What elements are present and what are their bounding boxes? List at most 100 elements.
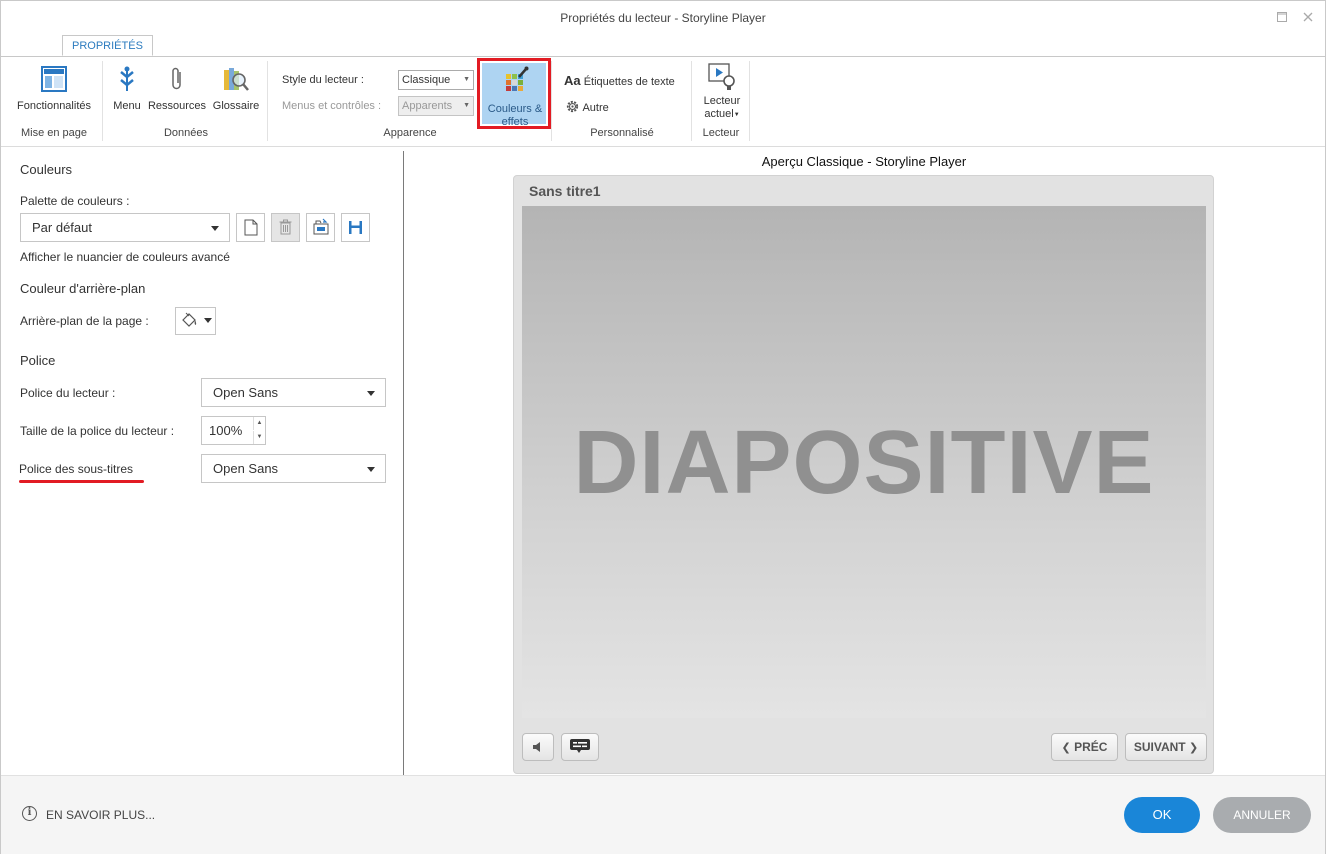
close-icon[interactable] <box>1300 10 1316 26</box>
dropdown-arrow-icon <box>367 467 375 472</box>
ribbon-divider <box>551 61 552 141</box>
menus-controls-label: Menus et contrôles : <box>282 100 382 112</box>
ribbon: Fonctionnalités Mise en page Menu Ressou… <box>1 56 1325 147</box>
advanced-palette-link[interactable]: Afficher le nuancier de couleurs avancé <box>20 250 230 264</box>
layout-icon <box>41 66 67 92</box>
stepper-up-icon[interactable]: ▲ <box>253 417 265 430</box>
palette-value: Par défaut <box>32 220 92 235</box>
current-player-button[interactable]: Lecteur actuel▼ <box>697 61 747 121</box>
gear-icon <box>566 100 579 113</box>
captions-button[interactable] <box>561 733 599 761</box>
info-icon[interactable]: i <box>22 806 37 821</box>
books-magnifier-icon <box>224 68 249 91</box>
player-style-select[interactable]: Classique ▼ <box>398 70 474 90</box>
features-label: Fonctionnalités <box>17 100 91 112</box>
colors-effects-label-2: effets <box>501 116 529 128</box>
subtitle-font-label: Police des sous-titres <box>19 462 134 476</box>
features-button[interactable]: Fonctionnalités <box>9 66 99 112</box>
colors-effects-button[interactable]: Couleurs & effets <box>477 58 551 129</box>
other-label: Autre <box>582 102 609 114</box>
menus-controls-select[interactable]: Apparents ▼ <box>398 96 474 116</box>
next-button[interactable]: SUIVANT ❯ <box>1125 733 1207 761</box>
resources-label: Ressources <box>147 100 207 112</box>
menu-button[interactable]: Menu <box>109 66 145 112</box>
import-palette-button[interactable] <box>306 213 335 242</box>
menus-controls-value: Apparents <box>402 100 453 112</box>
text-aa-icon: Aa <box>564 73 581 88</box>
volume-button[interactable] <box>522 733 554 761</box>
page-background-label: Arrière-plan de la page : <box>20 314 149 328</box>
ribbon-divider <box>691 61 692 141</box>
trash-icon <box>279 219 292 235</box>
text-labels-button[interactable]: Aa Étiquettes de texte <box>564 73 675 88</box>
player-font-value: Open Sans <box>213 385 279 400</box>
player-settings-icon <box>708 63 735 90</box>
current-player-label-2: actuel <box>704 108 734 120</box>
tab-properties[interactable]: PROPRIÉTÉS <box>62 35 153 56</box>
dropdown-arrow-icon <box>211 226 219 231</box>
player-course-title: Sans titre1 <box>529 183 601 199</box>
current-player-label-1: Lecteur <box>703 95 741 107</box>
stepper-down-icon[interactable]: ▼ <box>253 431 265 444</box>
dropdown-arrow-icon <box>367 391 375 396</box>
background-heading: Couleur d'arrière-plan <box>20 281 146 296</box>
glossary-button[interactable]: Glossaire <box>210 66 262 112</box>
glossary-label: Glossaire <box>212 100 260 112</box>
palette-select[interactable]: Par défaut <box>20 213 230 242</box>
panel-divider[interactable] <box>403 151 404 775</box>
ribbon-tab-bar: PROPRIÉTÉS <box>1 35 1325 57</box>
dropdown-arrow-icon: ▼ <box>733 112 740 118</box>
menu-label: Menu <box>113 100 141 112</box>
player-font-label: Police du lecteur : <box>20 386 116 400</box>
cancel-button[interactable]: ANNULER <box>1213 797 1311 833</box>
palette-label: Palette de couleurs : <box>20 194 130 208</box>
group-label-player: Lecteur <box>702 127 740 139</box>
chevron-left-icon: ❮ <box>1061 742 1071 754</box>
player-style-label: Style du lecteur : <box>282 74 364 86</box>
ribbon-divider <box>267 61 268 141</box>
player-preview: Sans titre1 DIAPOSITIVE ❮ PRÉC SUIVANT ❯ <box>513 175 1214 774</box>
slide-placeholder-text: DIAPOSITIVE <box>573 413 1155 513</box>
color-palette-dropper-icon <box>506 66 529 91</box>
properties-window: Propriétés du lecteur - Storyline Player… <box>0 0 1326 854</box>
colors-effects-selected-bg: Couleurs & effets <box>482 63 546 128</box>
other-button[interactable]: Autre <box>565 99 609 114</box>
player-style-value: Classique <box>402 74 451 86</box>
paperclip-icon <box>172 67 181 90</box>
dropdown-arrow-icon: ▼ <box>463 76 470 83</box>
red-underline-annotation <box>19 480 144 483</box>
speaker-icon <box>533 742 540 752</box>
import-folder-icon <box>313 218 329 235</box>
next-label: SUIVANT <box>1133 740 1186 754</box>
learn-more-link[interactable]: EN SAVOIR PLUS... <box>46 808 155 822</box>
group-label-custom: Personnalisé <box>590 127 654 139</box>
ribbon-divider <box>749 61 750 141</box>
resources-button[interactable]: Ressources <box>147 66 207 112</box>
new-document-icon <box>244 219 258 236</box>
subtitle-font-select[interactable]: Open Sans <box>201 454 386 483</box>
captions-icon <box>570 739 590 753</box>
font-heading: Police <box>20 353 56 368</box>
player-font-select[interactable]: Open Sans <box>201 378 386 407</box>
prev-label: PRÉC <box>1074 740 1108 754</box>
background-fill-picker[interactable] <box>175 307 216 335</box>
dropdown-arrow-icon <box>204 318 212 323</box>
new-palette-button[interactable] <box>236 213 265 242</box>
text-labels-label: Étiquettes de texte <box>583 76 675 88</box>
save-icon <box>349 221 362 234</box>
font-size-stepper[interactable]: 100% ▲ ▼ <box>201 416 266 445</box>
save-palette-button[interactable] <box>341 213 370 242</box>
dialog-footer: i EN SAVOIR PLUS... OK ANNULER <box>1 775 1325 854</box>
delete-palette-button[interactable] <box>271 213 300 242</box>
maximize-icon[interactable] <box>1274 10 1290 26</box>
chevron-right-icon: ❯ <box>1188 742 1199 754</box>
font-size-value: 100% <box>209 423 243 438</box>
colors-effects-label-1: Couleurs & <box>487 103 543 115</box>
colors-heading: Couleurs <box>20 162 73 177</box>
window-title: Propriétés du lecteur - Storyline Player <box>560 11 766 25</box>
slide-area: DIAPOSITIVE <box>522 206 1206 718</box>
subtitle-font-value: Open Sans <box>213 461 279 476</box>
ok-button[interactable]: OK <box>1124 797 1200 833</box>
prev-button[interactable]: ❮ PRÉC <box>1051 733 1118 761</box>
paint-bucket-icon <box>182 312 197 327</box>
